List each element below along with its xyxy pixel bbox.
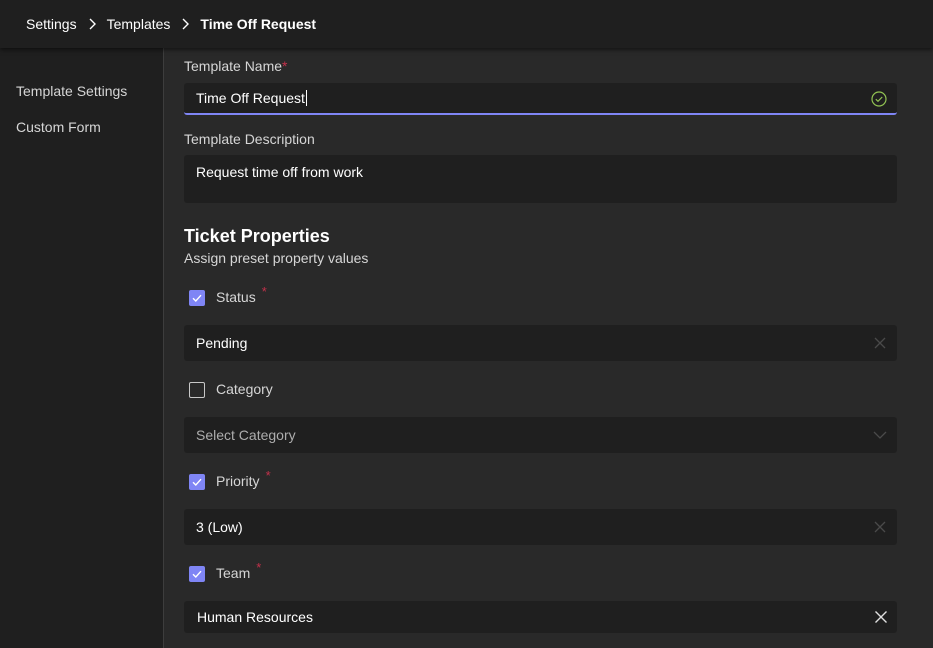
ticket-properties-title: Ticket Properties: [184, 226, 330, 246]
checkmark-icon: [192, 478, 202, 487]
breadcrumb-templates[interactable]: Templates: [107, 16, 171, 32]
status-label: Status *: [216, 284, 267, 305]
sidebar: Template Settings Custom Form: [0, 48, 164, 648]
team-field[interactable]: Human Resources: [184, 601, 897, 633]
sidebar-item-custom-form[interactable]: Custom Form: [16, 119, 101, 135]
breadcrumb-current: Time Off Request: [200, 16, 317, 32]
priority-value: 3 (Low): [196, 519, 243, 535]
category-dropdown[interactable]: Select Category: [184, 417, 897, 453]
template-name-label: Template Name*: [184, 58, 288, 74]
template-description-value: Request time off from work: [196, 164, 364, 180]
status-field[interactable]: Pending: [184, 325, 897, 361]
chevron-right-icon: [77, 18, 107, 30]
close-icon[interactable]: [874, 610, 888, 627]
checkmark-icon: [192, 570, 202, 579]
ticket-properties-subtitle: Assign preset property values: [184, 250, 369, 266]
team-value: Human Resources: [197, 609, 313, 625]
priority-checkbox[interactable]: [189, 474, 205, 490]
main-content: Template Name* Time Off Request Template…: [164, 48, 933, 648]
breadcrumb-settings[interactable]: Settings: [26, 16, 77, 32]
text-cursor: [305, 90, 307, 106]
required-mark: *: [265, 468, 271, 483]
category-checkbox[interactable]: [189, 382, 205, 398]
template-name-label-text: Template Name: [184, 58, 283, 74]
status-value: Pending: [196, 335, 248, 351]
checkmark-icon: [192, 294, 202, 303]
priority-label: Priority *: [216, 468, 271, 489]
template-name-value: Time Off Request: [196, 90, 307, 106]
check-circle-icon: [871, 91, 887, 110]
close-icon[interactable]: [873, 520, 887, 537]
required-mark: *: [282, 58, 288, 74]
team-label: Team *: [216, 560, 262, 581]
team-checkbox[interactable]: [189, 566, 205, 582]
required-mark: *: [261, 284, 267, 299]
template-name-input[interactable]: Time Off Request: [184, 83, 897, 115]
template-description-label: Template Description: [184, 131, 315, 147]
chevron-down-icon: [873, 428, 887, 445]
required-mark: *: [256, 560, 262, 575]
close-icon[interactable]: [873, 336, 887, 353]
status-checkbox[interactable]: [189, 290, 205, 306]
sidebar-item-template-settings[interactable]: Template Settings: [16, 83, 127, 99]
breadcrumb: Settings Templates Time Off Request: [0, 0, 933, 48]
priority-field[interactable]: 3 (Low): [184, 509, 897, 545]
category-label: Category: [216, 381, 273, 397]
category-placeholder: Select Category: [196, 427, 296, 443]
template-description-input[interactable]: Request time off from work: [184, 155, 897, 203]
chevron-right-icon: [170, 18, 200, 30]
